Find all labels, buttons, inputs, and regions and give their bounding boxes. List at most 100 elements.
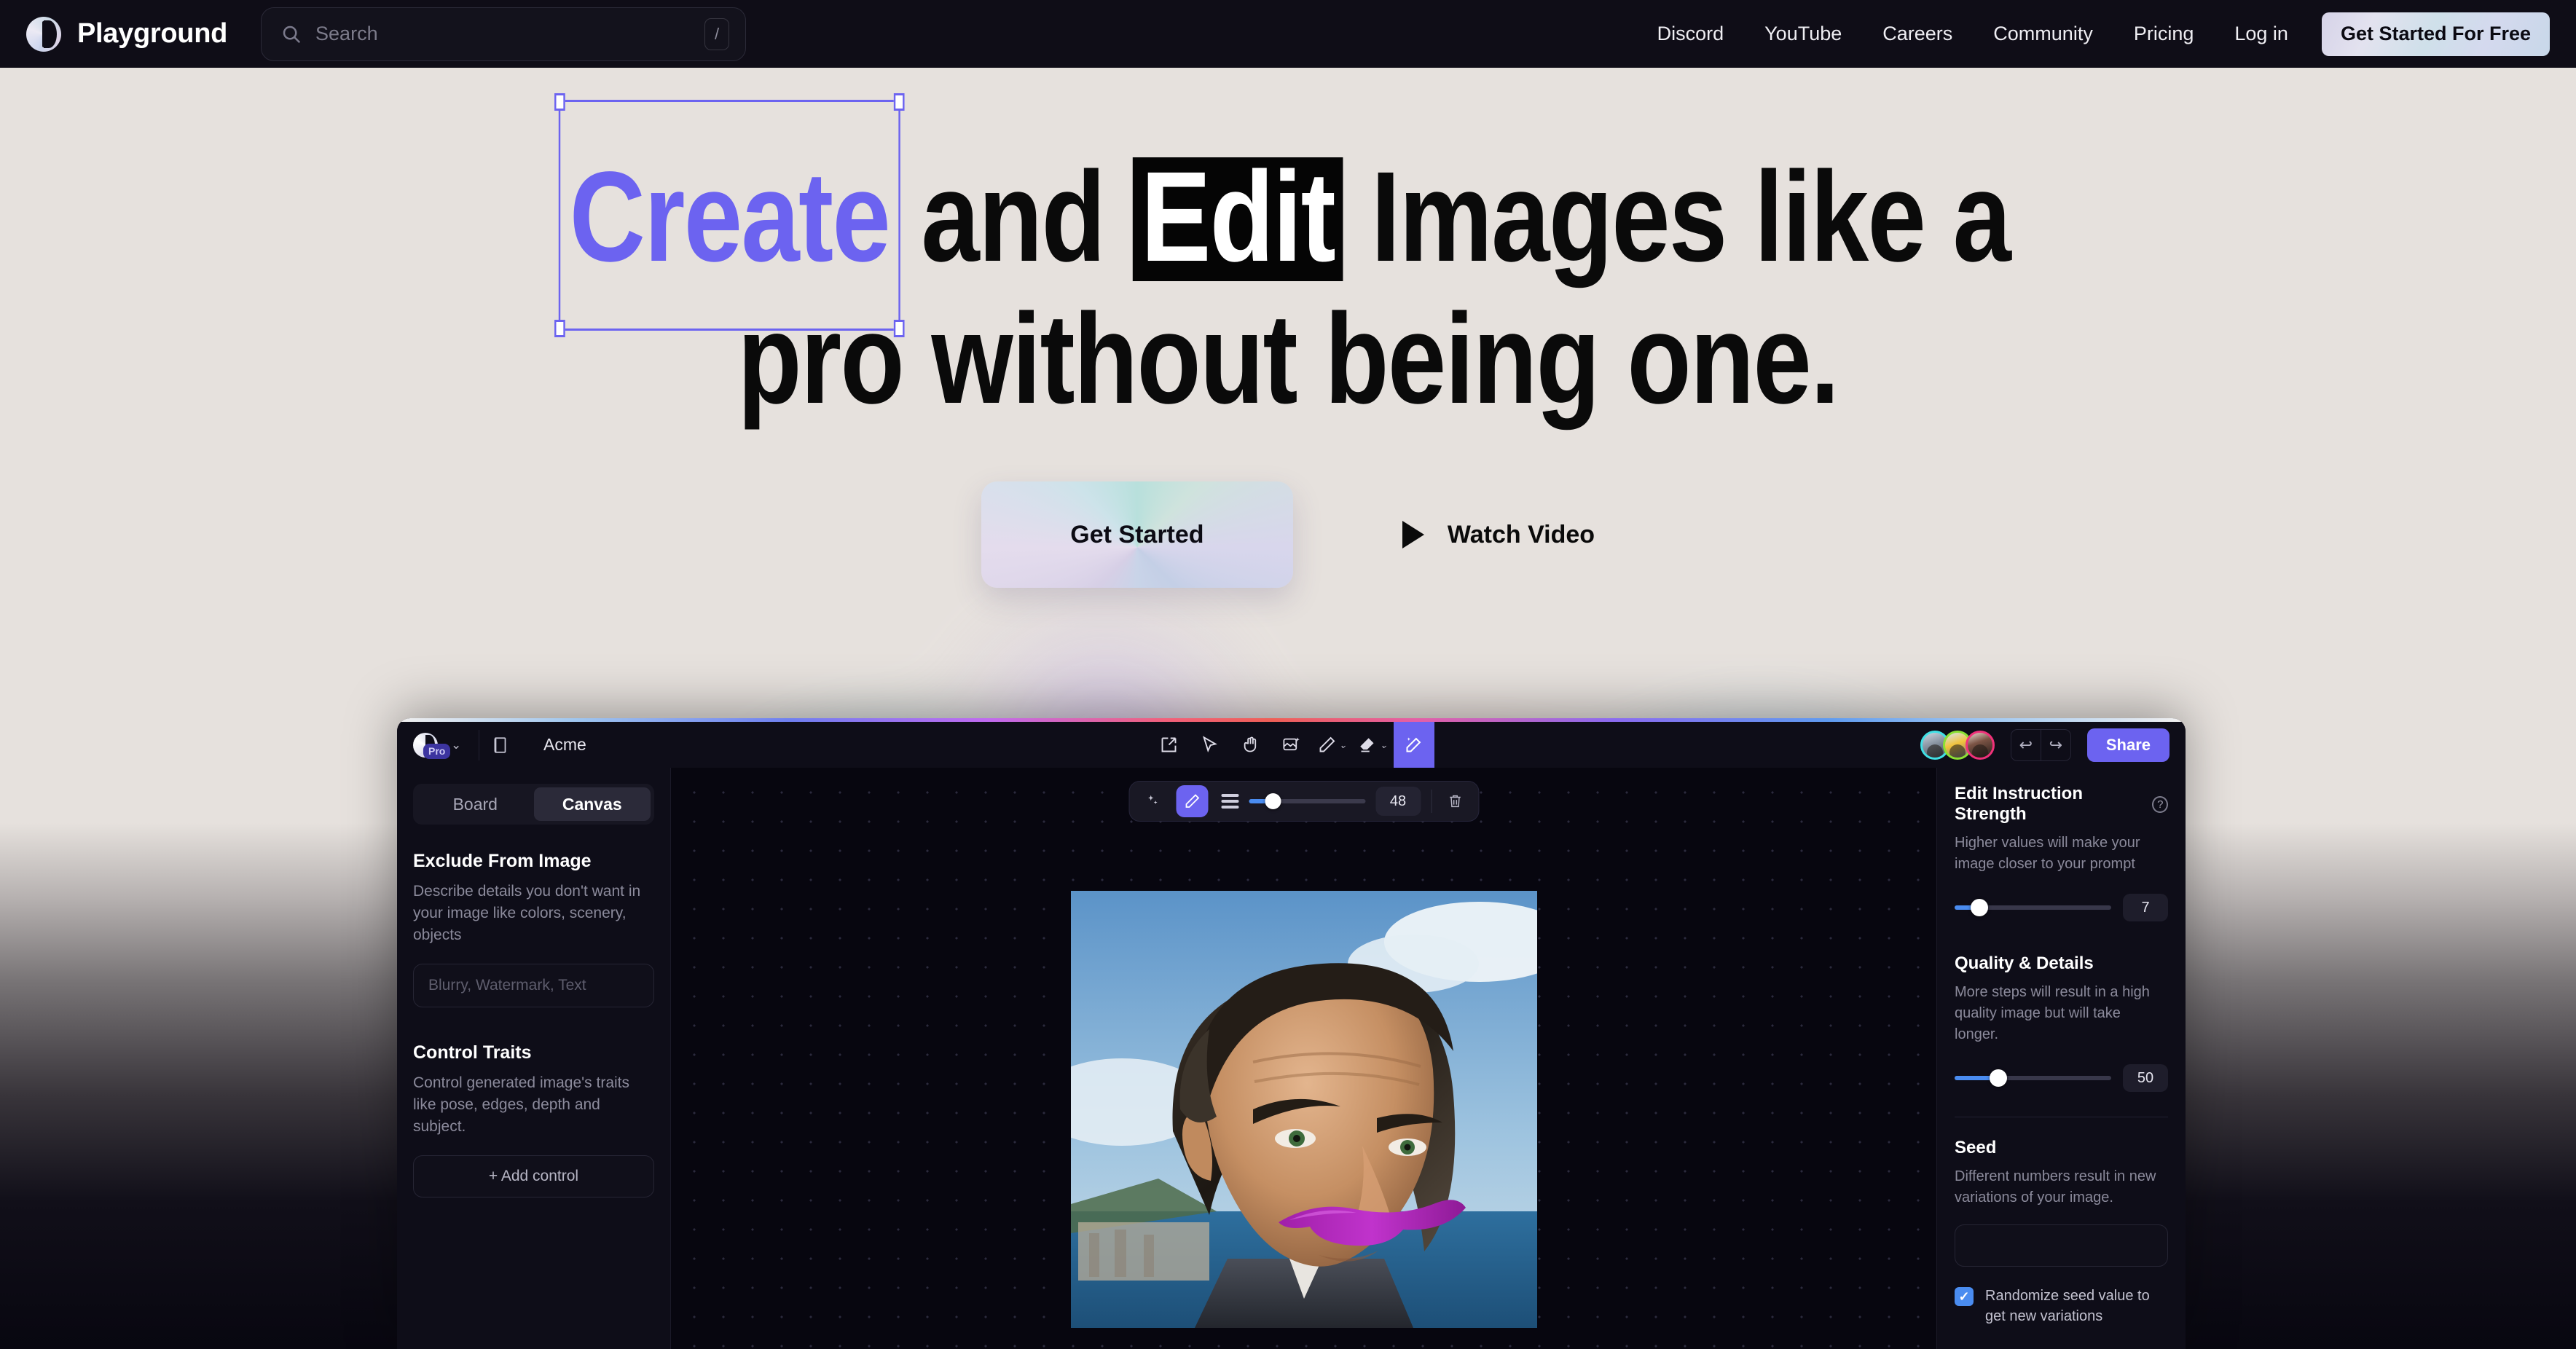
brand-name: Playground [77,18,228,49]
search-icon [280,23,302,45]
nav-links: Discord YouTube Careers Community Pricin… [1637,12,2550,56]
avatar[interactable] [1965,730,1995,760]
get-started-free-button[interactable]: Get Started For Free [2321,12,2550,56]
exclude-placeholder: Blurry, Watermark, Text [428,977,586,994]
control-traits-title: Control Traits [413,1042,532,1063]
brush-size-slider[interactable] [1249,793,1365,809]
brush-size-value: 48 [1375,787,1421,816]
edit-instruction-strength-description: Higher values will make your image close… [1955,835,2140,872]
nav-link-login[interactable]: Log in [2214,23,2309,45]
cursor-icon[interactable] [1190,722,1230,768]
sparkles-icon[interactable] [1139,787,1166,816]
quality-details-row: 50 [1955,1064,2168,1092]
edit-instruction-strength-header: Edit Instruction Strength ? [1955,784,2168,825]
get-started-button[interactable]: Get Started [981,481,1293,588]
exclude-from-image-input[interactable]: Blurry, Watermark, Text [413,964,654,1007]
add-control-button[interactable]: + Add control [413,1155,654,1197]
window-top-accent [397,718,2186,722]
control-traits-description: Control generated image's traits like po… [413,1074,629,1135]
headline-word-create: Create [554,93,905,337]
page-root: Playground Search / Discord YouTube Care… [0,0,2576,1349]
edit-instruction-strength-value: 7 [2123,894,2168,921]
slider-knob[interactable] [1990,1069,2008,1087]
play-icon [1402,521,1424,548]
nav-link-youtube[interactable]: YouTube [1744,23,1862,45]
quality-details-header: Quality & Details [1955,953,2168,974]
brush-size-icon[interactable] [1221,794,1238,809]
headline-word-edit: Edit [1132,153,1343,282]
resize-handle-bottom-left[interactable] [554,320,565,337]
headline-create-text: Create [569,146,891,288]
magic-wand-icon[interactable] [1393,722,1434,768]
headline-rest-line1: Images like a [1371,146,2011,288]
titlebar-right: ↩ ↪ Share [1920,728,2186,762]
book-icon[interactable] [491,736,510,755]
hero-section: Create and Edit Images like a pro withou… [0,68,2576,588]
pencil-icon[interactable]: ⌄ [1312,722,1353,768]
image-magic-icon[interactable] [1271,722,1312,768]
chevron-down-icon: ⌄ [1339,739,1347,750]
seed-section: Seed Different numbers result in new var… [1955,1138,2168,1326]
seed-input[interactable] [1955,1224,2168,1267]
slider-knob[interactable] [1971,899,1989,916]
resize-handle-top-left[interactable] [554,93,565,111]
search-input[interactable]: Search / [261,7,747,61]
quality-details-slider[interactable] [1955,1069,2111,1087]
tab-board[interactable]: Board [417,787,534,821]
nav-link-careers[interactable]: Careers [1862,23,1973,45]
nav-link-pricing[interactable]: Pricing [2113,23,2215,45]
export-icon[interactable] [1149,722,1190,768]
edit-instruction-strength-row: 7 [1955,894,2168,921]
share-button[interactable]: Share [2086,728,2169,762]
quality-details-description: More steps will result in a high quality… [1955,984,2150,1042]
nav-link-community[interactable]: Community [1973,23,2113,45]
nav-link-discord[interactable]: Discord [1637,23,1745,45]
randomize-seed-label: Randomize seed value to get new variatio… [1985,1288,2150,1324]
eraser-icon[interactable]: ⌄ [1353,722,1394,768]
divider [1431,790,1432,813]
brand[interactable]: Playground [26,16,228,52]
help-icon[interactable]: ? [2152,795,2168,813]
canvas-area[interactable]: 48 [671,768,1936,1349]
workspace-name: Acme [543,735,586,754]
top-navigation: Playground Search / Discord YouTube Care… [0,0,2576,68]
slider-knob[interactable] [1265,793,1281,809]
canvas-toolbar: ⌄ ⌄ [397,722,2186,768]
app-titlebar: Pro ⌄ Acme ⌄ ⌄ ↩ ↪ Share [397,722,2186,768]
brush-toolbar: 48 [1128,781,1479,822]
undo-icon[interactable]: ↩ [2011,730,2041,760]
plan-badge: Pro [423,744,451,759]
workspace-switcher[interactable]: Pro ⌄ [397,722,467,768]
pen-tool-button[interactable] [1176,785,1208,817]
watch-video-button[interactable]: Watch Video [1402,521,1595,549]
search-shortcut-key: / [704,17,730,50]
hero-cta-row: Get Started Watch Video [0,481,2576,588]
trash-icon[interactable] [1442,787,1468,816]
left-panel: Board Canvas Exclude From Image Describe… [397,768,671,1349]
randomize-seed-row[interactable]: ✓ Randomize seed value to get new variat… [1955,1286,2168,1326]
randomize-seed-checkbox[interactable]: ✓ [1955,1287,1974,1306]
page-title: Create and Edit Images like a pro withou… [232,68,2344,430]
tab-canvas[interactable]: Canvas [533,787,651,821]
app-window: Pro ⌄ Acme ⌄ ⌄ ↩ ↪ Share Board Canvas Ex… [397,718,2186,1349]
generated-image[interactable] [1070,891,1537,1328]
edit-instruction-strength-slider[interactable] [1955,899,2111,916]
undo-redo-group: ↩ ↪ [2010,728,2071,761]
search-placeholder: Search [315,23,378,44]
exclude-from-image-title: Exclude From Image [413,851,592,871]
playground-logo-icon [26,16,61,52]
quality-details-value: 50 [2123,1064,2168,1092]
exclude-from-image-description: Describe details you don't want in your … [413,883,641,943]
redo-icon[interactable]: ↪ [2041,730,2070,760]
collaborator-avatars [1920,730,1995,760]
headline-word-and: and [921,146,1105,288]
right-panel: Edit Instruction Strength ? Higher value… [1936,768,2186,1349]
headline-line2: pro without being one. [737,288,1839,430]
chevron-down-icon: ⌄ [1380,739,1388,750]
seed-title: Seed [1955,1138,1997,1157]
panel-tabs: Board Canvas [413,784,654,825]
chevron-down-icon: ⌄ [451,737,462,752]
resize-handle-top-right[interactable] [893,93,905,111]
artwork-illustration [1070,891,1537,1328]
hand-icon[interactable] [1230,722,1271,768]
